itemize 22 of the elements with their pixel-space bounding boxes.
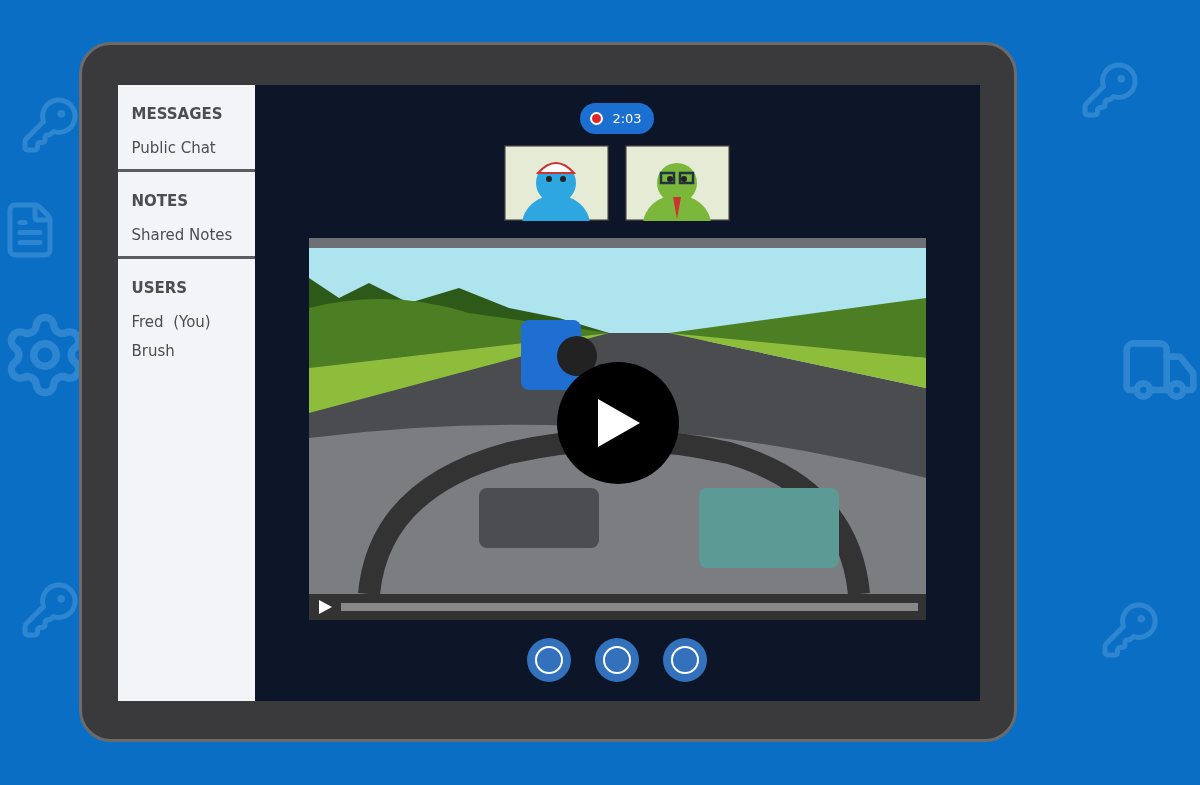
key-icon (20, 95, 80, 155)
key-icon (20, 580, 80, 640)
round-control-button[interactable] (595, 638, 639, 682)
play-icon (316, 599, 333, 615)
round-control-button[interactable] (663, 638, 707, 682)
ring-icon (603, 646, 631, 674)
recording-time: 2:03 (612, 111, 642, 126)
sidebar-item[interactable]: Public Chat (131, 139, 243, 157)
play-button[interactable] (316, 599, 333, 615)
section-heading: USERS (131, 279, 189, 297)
sidebar-item[interactable]: Fred (You) (131, 313, 243, 331)
key-icon (1080, 60, 1140, 120)
key-icon (1100, 600, 1160, 660)
section-heading: MESSAGES (131, 105, 224, 123)
section-heading: NOTES (131, 192, 190, 210)
progress-track[interactable] (340, 603, 918, 611)
sidebar-item[interactable]: Brush (131, 342, 243, 360)
recording-indicator[interactable]: 2:03 (580, 103, 654, 134)
ring-icon (671, 646, 699, 674)
round-control-button[interactable] (527, 638, 571, 682)
sidebar-item[interactable]: Shared Notes (131, 226, 243, 244)
ring-icon (535, 646, 563, 674)
